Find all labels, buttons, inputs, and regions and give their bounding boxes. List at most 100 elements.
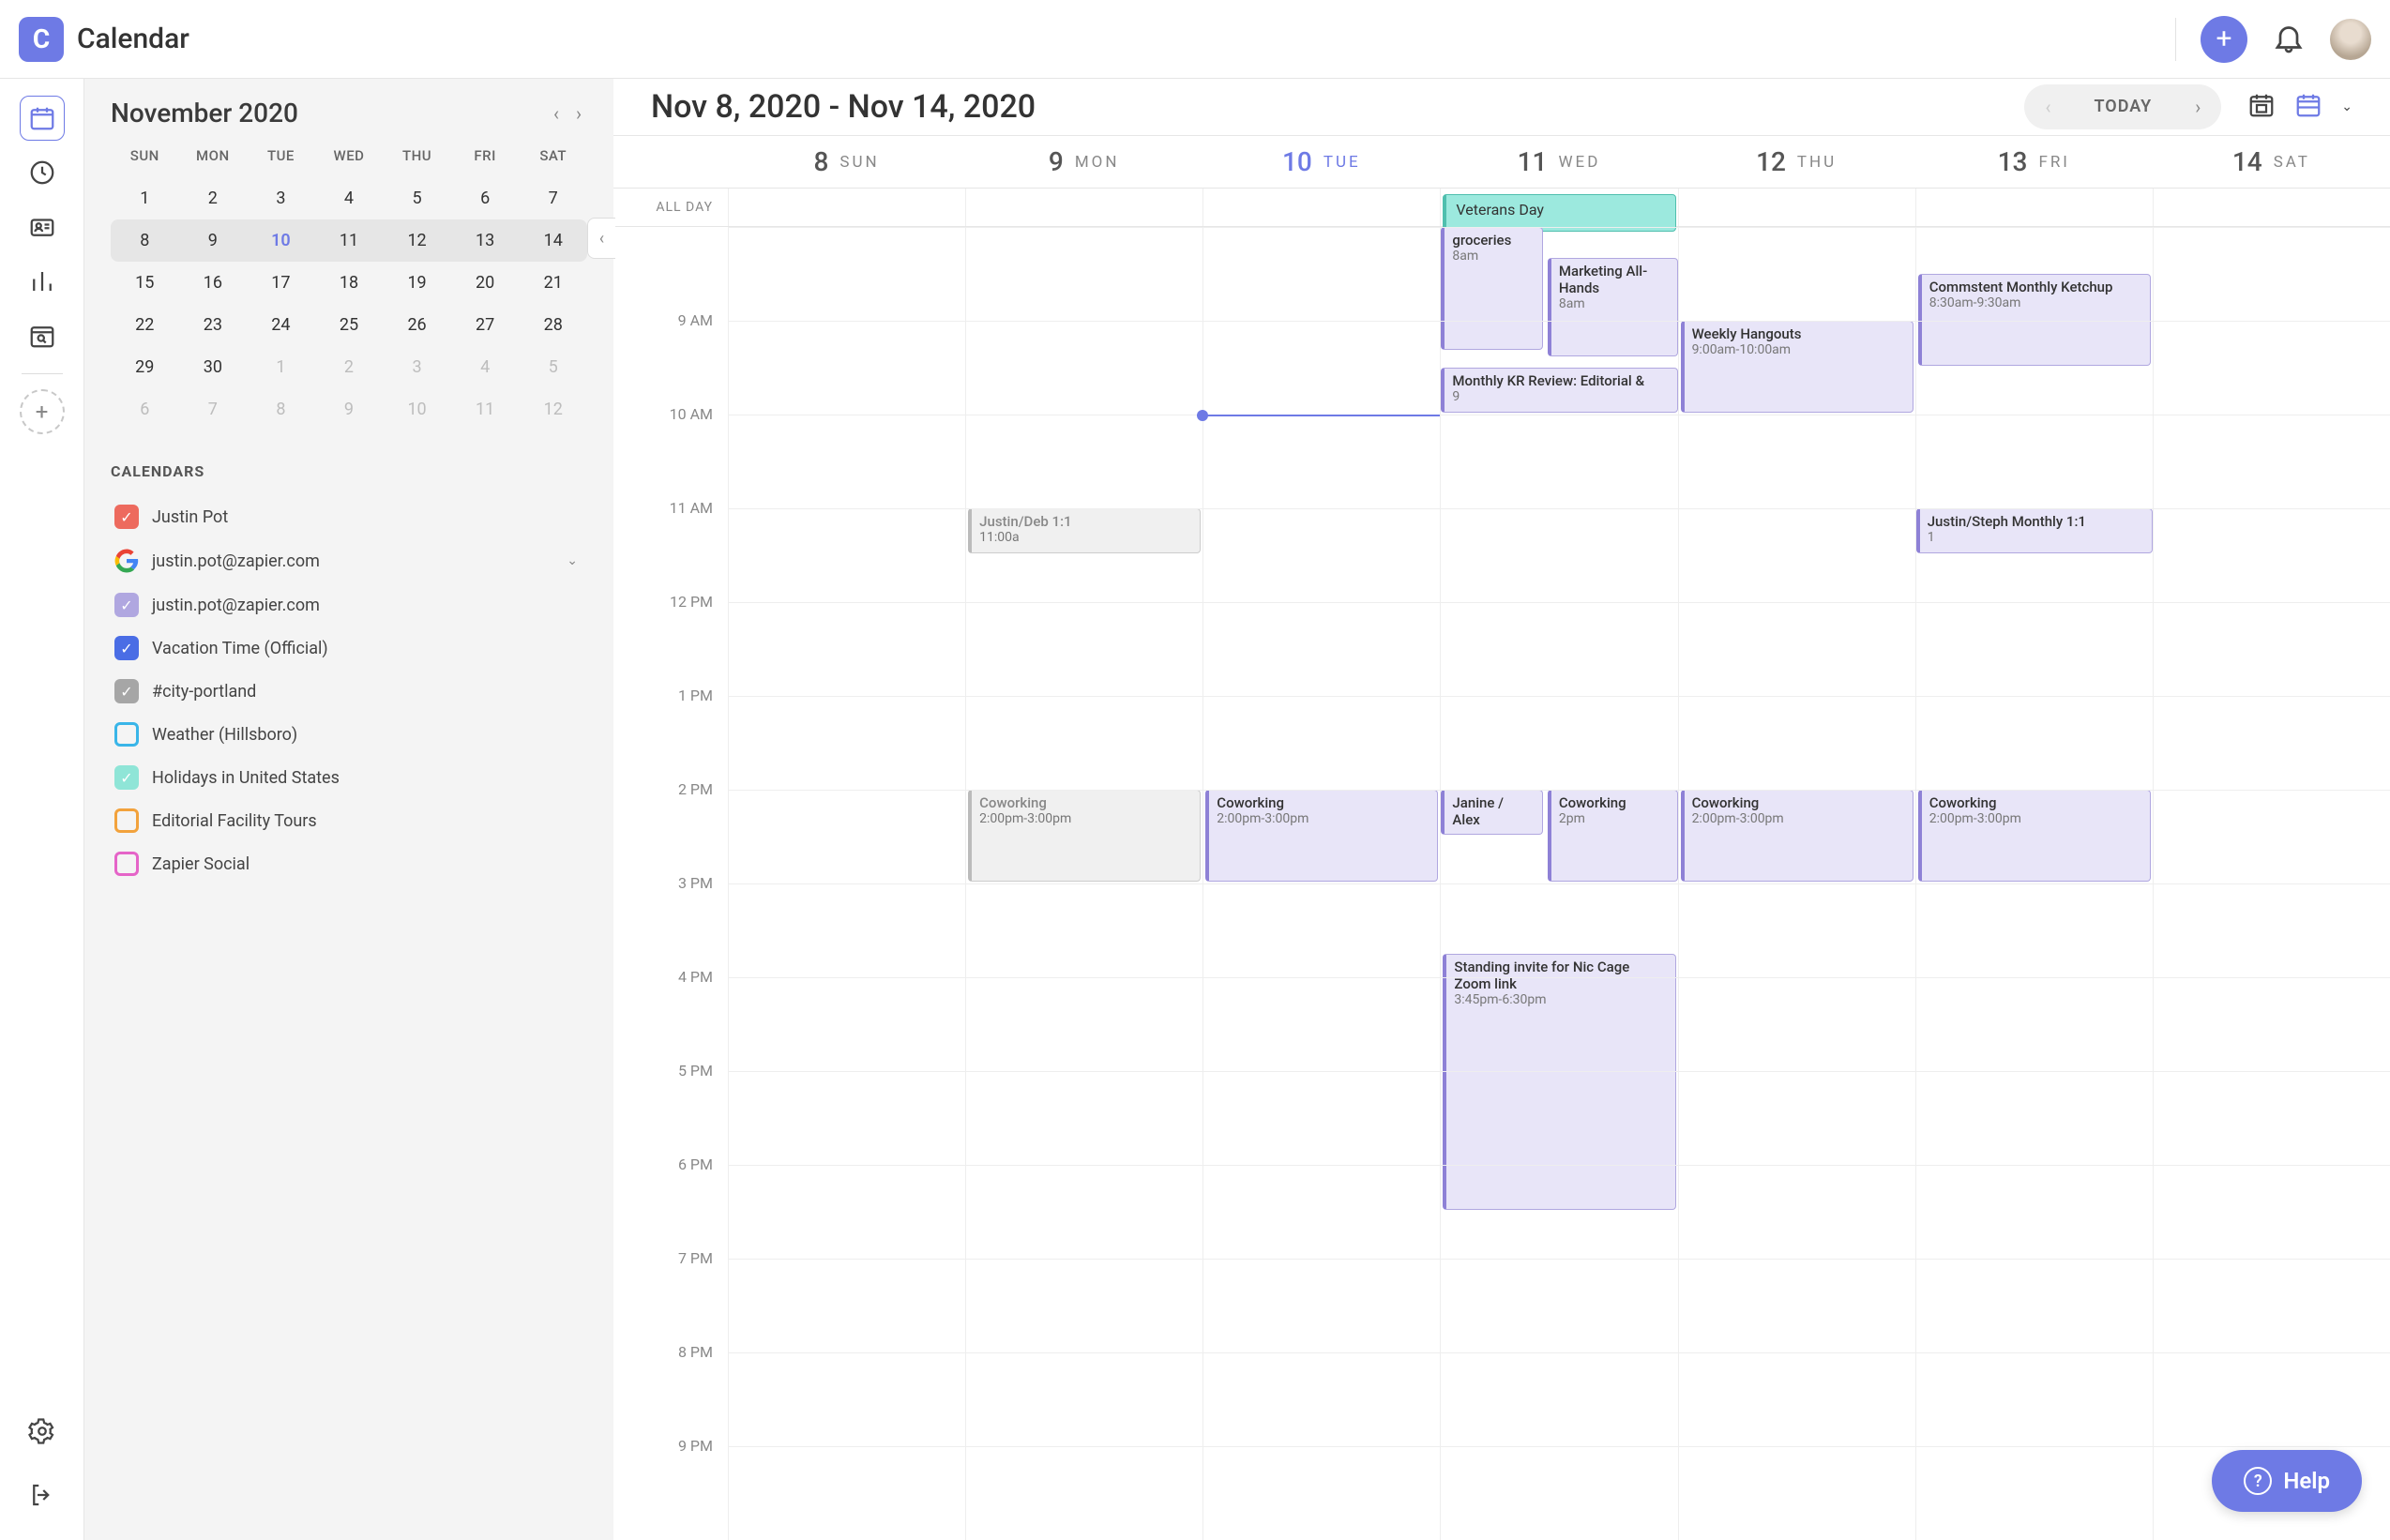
checkbox-checked-icon[interactable] <box>114 593 139 617</box>
mini-next-button[interactable]: › <box>570 98 587 128</box>
calendar-editorial-tours[interactable]: Editorial Facility Tours <box>111 799 587 842</box>
event[interactable]: Coworking2pm <box>1548 790 1678 882</box>
mini-day[interactable]: 3 <box>383 346 451 388</box>
day-header[interactable]: 12THU <box>1678 136 1915 189</box>
day-header[interactable]: 10TUE <box>1203 136 1440 189</box>
mini-day[interactable]: 4 <box>315 177 384 219</box>
event[interactable]: Justin/Deb 1:111:00a <box>968 508 1201 553</box>
mini-day[interactable]: 7 <box>179 388 248 430</box>
mini-day[interactable]: 21 <box>519 262 587 304</box>
day-header[interactable]: 13FRI <box>1915 136 2153 189</box>
mini-day[interactable]: 10 <box>383 388 451 430</box>
mini-day[interactable]: 20 <box>451 262 520 304</box>
mini-day[interactable]: 15 <box>111 262 179 304</box>
prev-week-button[interactable]: ‹ <box>2024 84 2071 129</box>
mini-day[interactable]: 6 <box>451 177 520 219</box>
create-button[interactable]: + <box>2201 16 2247 63</box>
mini-day[interactable]: 9 <box>315 388 384 430</box>
rail-calendar[interactable] <box>20 96 65 141</box>
mini-day[interactable]: 5 <box>519 346 587 388</box>
event[interactable]: Coworking2:00pm-3:00pm <box>1681 790 1914 882</box>
allday-cell[interactable] <box>1915 189 2153 226</box>
mini-day[interactable]: 1 <box>111 177 179 219</box>
mini-day[interactable]: 7 <box>519 177 587 219</box>
calendar-city-portland[interactable]: #city-portland <box>111 670 587 713</box>
checkbox-unchecked-icon[interactable] <box>114 852 139 876</box>
mini-day[interactable]: 26 <box>383 304 451 346</box>
mini-day[interactable]: 12 <box>383 219 451 262</box>
chevron-down-icon[interactable]: ⌄ <box>561 548 583 574</box>
rail-settings[interactable] <box>20 1409 65 1454</box>
week-scroll-body[interactable]: 9 AM10 AM11 AM12 PM1 PM2 PM3 PM4 PM5 PM6… <box>613 227 2390 1540</box>
event[interactable]: Marketing All-Hands8am <box>1548 258 1678 356</box>
mini-day[interactable]: 27 <box>451 304 520 346</box>
allday-cell[interactable] <box>965 189 1203 226</box>
mini-day[interactable]: 14 <box>519 219 587 262</box>
mini-day[interactable]: 19 <box>383 262 451 304</box>
mini-day[interactable]: 28 <box>519 304 587 346</box>
view-week-button[interactable] <box>2294 91 2322 123</box>
mini-day[interactable]: 5 <box>383 177 451 219</box>
event[interactable]: Coworking2:00pm-3:00pm <box>1918 790 2151 882</box>
mini-day[interactable]: 10 <box>247 219 315 262</box>
next-week-button[interactable]: › <box>2174 84 2221 129</box>
rail-add-button[interactable]: + <box>20 389 65 434</box>
checkbox-unchecked-icon[interactable] <box>114 722 139 747</box>
mini-day[interactable]: 23 <box>179 304 248 346</box>
mini-day[interactable]: 22 <box>111 304 179 346</box>
event[interactable]: Justin/Steph Monthly 1:11 <box>1916 508 2153 553</box>
allday-cell[interactable] <box>1203 189 1440 226</box>
mini-day[interactable]: 11 <box>315 219 384 262</box>
event[interactable]: Janine / Alex <box>1441 790 1542 835</box>
calendar-google-account[interactable]: justin.pot@zapier.com ⌄ <box>111 538 587 583</box>
checkbox-checked-icon[interactable] <box>114 505 139 529</box>
mini-day[interactable]: 12 <box>519 388 587 430</box>
mini-day[interactable]: 9 <box>179 219 248 262</box>
mini-day[interactable]: 1 <box>247 346 315 388</box>
mini-day[interactable]: 8 <box>247 388 315 430</box>
mini-day[interactable]: 2 <box>179 177 248 219</box>
mini-day[interactable]: 13 <box>451 219 520 262</box>
allday-cell[interactable] <box>1678 189 1915 226</box>
rail-search-calendar[interactable] <box>20 313 65 358</box>
allday-cell[interactable] <box>2153 189 2390 226</box>
view-dropdown[interactable]: ⌄ <box>2341 99 2352 114</box>
mini-day[interactable]: 30 <box>179 346 248 388</box>
help-button[interactable]: ? Help <box>2212 1450 2362 1512</box>
rail-contacts[interactable] <box>20 204 65 249</box>
mini-day[interactable]: 2 <box>315 346 384 388</box>
mini-day[interactable]: 25 <box>315 304 384 346</box>
mini-day[interactable]: 11 <box>451 388 520 430</box>
day-header[interactable]: 11WED <box>1440 136 1677 189</box>
mini-prev-button[interactable]: ‹ <box>548 98 565 128</box>
calendar-weather[interactable]: Weather (Hillsboro) <box>111 713 587 756</box>
event[interactable]: Commstent Monthly Ketchup8:30am-9:30am <box>1918 274 2151 366</box>
mini-day[interactable]: 4 <box>451 346 520 388</box>
event[interactable]: Monthly KR Review: Editorial &9 <box>1441 368 1677 413</box>
checkbox-unchecked-icon[interactable] <box>114 808 139 833</box>
day-header[interactable]: 14SAT <box>2153 136 2390 189</box>
mini-day[interactable]: 8 <box>111 219 179 262</box>
rail-recent[interactable] <box>20 150 65 195</box>
calendar-holidays[interactable]: Holidays in United States <box>111 756 587 799</box>
event[interactable]: groceries8am <box>1441 227 1542 350</box>
rail-analytics[interactable] <box>20 259 65 304</box>
calendar-justin-pot[interactable]: Justin Pot <box>111 495 587 538</box>
calendar-sub-account[interactable]: justin.pot@zapier.com <box>111 583 587 627</box>
day-header[interactable]: 9MON <box>965 136 1203 189</box>
sidebar-collapse-button[interactable]: ‹ <box>587 218 615 259</box>
checkbox-checked-icon[interactable] <box>114 636 139 660</box>
mini-day[interactable]: 3 <box>247 177 315 219</box>
avatar[interactable] <box>2330 19 2371 60</box>
mini-day[interactable]: 18 <box>315 262 384 304</box>
event[interactable]: Standing invite for Nic Cage Zoom link3:… <box>1443 954 1675 1210</box>
checkbox-checked-icon[interactable] <box>114 679 139 703</box>
today-button[interactable]: TODAY <box>2071 97 2174 116</box>
event[interactable]: Coworking2:00pm-3:00pm <box>968 790 1201 882</box>
view-day-button[interactable] <box>2247 91 2276 123</box>
mini-day[interactable]: 6 <box>111 388 179 430</box>
event[interactable]: Coworking2:00pm-3:00pm <box>1205 790 1438 882</box>
allday-cell[interactable]: Veterans Day <box>1440 189 1677 226</box>
calendar-zapier-social[interactable]: Zapier Social <box>111 842 587 885</box>
rail-logout[interactable] <box>20 1472 65 1517</box>
